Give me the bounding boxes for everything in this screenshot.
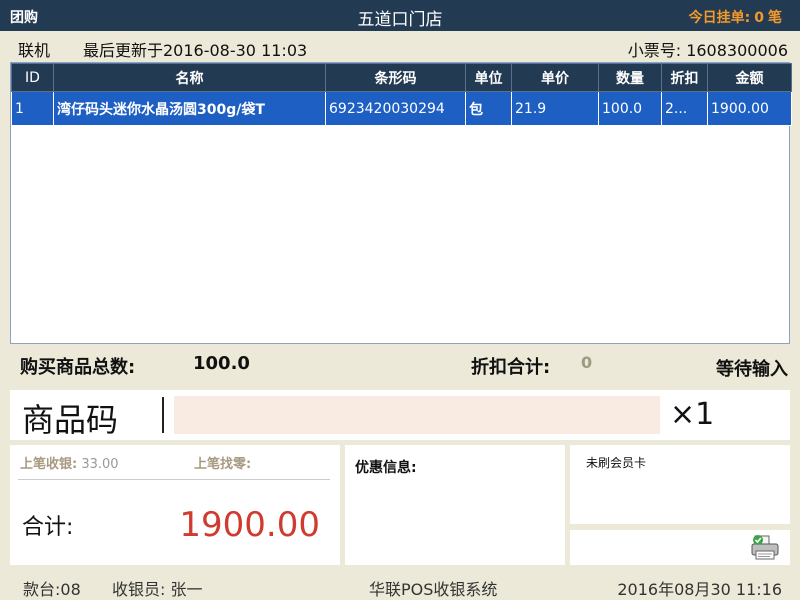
divider bbox=[18, 479, 330, 480]
col-barcode[interactable]: 条形码 bbox=[325, 63, 466, 92]
cell-discount: 2... bbox=[661, 91, 708, 126]
prev-received-label: 上笔收银: bbox=[20, 457, 78, 472]
discount-total-label: 折扣合计: bbox=[471, 357, 551, 378]
printer-icon[interactable] bbox=[750, 534, 782, 562]
table-header: ID 名称 条形码 单位 单价 数量 折扣 金额 bbox=[11, 63, 792, 92]
cell-price: 21.9 bbox=[511, 91, 599, 126]
col-id[interactable]: ID bbox=[11, 63, 54, 92]
total-items-label: 购买商品总数: bbox=[20, 357, 136, 378]
pending-orders[interactable]: 今日挂单: 0 笔 bbox=[685, 7, 782, 27]
col-qty[interactable]: 数量 bbox=[598, 63, 662, 92]
table-row[interactable]: 1 湾仔码头迷你水晶汤圆300g/袋T 6923420030294 包 21.9… bbox=[11, 91, 792, 126]
cell-name: 湾仔码头迷你水晶汤圆300g/袋T bbox=[53, 91, 326, 126]
discount-total-value: 0 bbox=[581, 353, 593, 372]
summary-bar: 购买商品总数: 100.0 折扣合计: 0 等待输入 bbox=[0, 348, 800, 382]
system-name: 华联POS收银系统 bbox=[369, 580, 498, 599]
promo-label: 优惠信息: bbox=[355, 460, 417, 476]
total-items-value: 100.0 bbox=[193, 353, 250, 374]
items-table: ID 名称 条形码 单位 单价 数量 折扣 金额 1 湾仔码头迷你水晶汤圆300… bbox=[10, 62, 792, 344]
pending-unit: 笔 bbox=[768, 10, 782, 26]
col-price[interactable]: 单价 bbox=[511, 63, 599, 92]
member-status: 未刷会员卡 bbox=[586, 456, 647, 470]
check-icon bbox=[753, 535, 763, 545]
total-value: 1900.00 bbox=[179, 505, 320, 545]
cell-qty: 100.0 bbox=[598, 91, 662, 126]
payment-panel: 上笔收银: 33.00 上笔找零: 合计: 1900.00 bbox=[10, 445, 340, 565]
col-discount[interactable]: 折扣 bbox=[661, 63, 708, 92]
product-code-label: 商品码 bbox=[22, 401, 119, 439]
pending-count: 0 bbox=[754, 10, 764, 26]
ticket-number: 小票号: 1608300006 bbox=[627, 41, 788, 60]
product-code-bar: 商品码 ×1 bbox=[10, 390, 790, 440]
col-name[interactable]: 名称 bbox=[53, 63, 326, 92]
prev-change-label: 上笔找零: bbox=[194, 457, 252, 472]
product-code-input[interactable] bbox=[174, 396, 660, 434]
col-unit[interactable]: 单位 bbox=[465, 63, 512, 92]
station-id: 款台:08 bbox=[23, 580, 81, 599]
quantity-multiplier[interactable]: ×1 bbox=[670, 397, 714, 432]
title-bar: 团购 五道口门店 今日挂单: 0 笔 bbox=[0, 0, 800, 31]
info-bar: 联机 最后更新于2016-08-30 11:03 小票号: 1608300006 bbox=[0, 31, 800, 61]
cell-id: 1 bbox=[11, 91, 54, 126]
printer-panel bbox=[570, 530, 790, 565]
store-name: 五道口门店 bbox=[357, 10, 443, 30]
status-footer: 款台:08 收银员: 张一 华联POS收银系统 2016年08月30 11:16 bbox=[0, 570, 800, 600]
promo-panel: 优惠信息: bbox=[345, 445, 565, 565]
cell-barcode: 6923420030294 bbox=[325, 91, 466, 126]
col-amount[interactable]: 金额 bbox=[707, 63, 792, 92]
cell-unit: 包 bbox=[465, 91, 512, 126]
connection-status: 联机 bbox=[18, 41, 51, 60]
cashier-name: 收银员: 张一 bbox=[112, 580, 203, 599]
prev-received: 上笔收银: 33.00 bbox=[20, 453, 119, 472]
input-status: 等待输入 bbox=[716, 359, 788, 380]
text-cursor bbox=[162, 397, 164, 433]
cell-amount: 1900.00 bbox=[707, 91, 792, 126]
pending-label: 今日挂单: bbox=[688, 10, 751, 26]
member-panel[interactable]: 未刷会员卡 bbox=[570, 445, 790, 524]
prev-received-value: 33.00 bbox=[81, 457, 119, 472]
total-label: 合计: bbox=[22, 515, 74, 540]
datetime: 2016年08月30 11:16 bbox=[617, 580, 782, 599]
last-update: 最后更新于2016-08-30 11:03 bbox=[83, 41, 308, 60]
